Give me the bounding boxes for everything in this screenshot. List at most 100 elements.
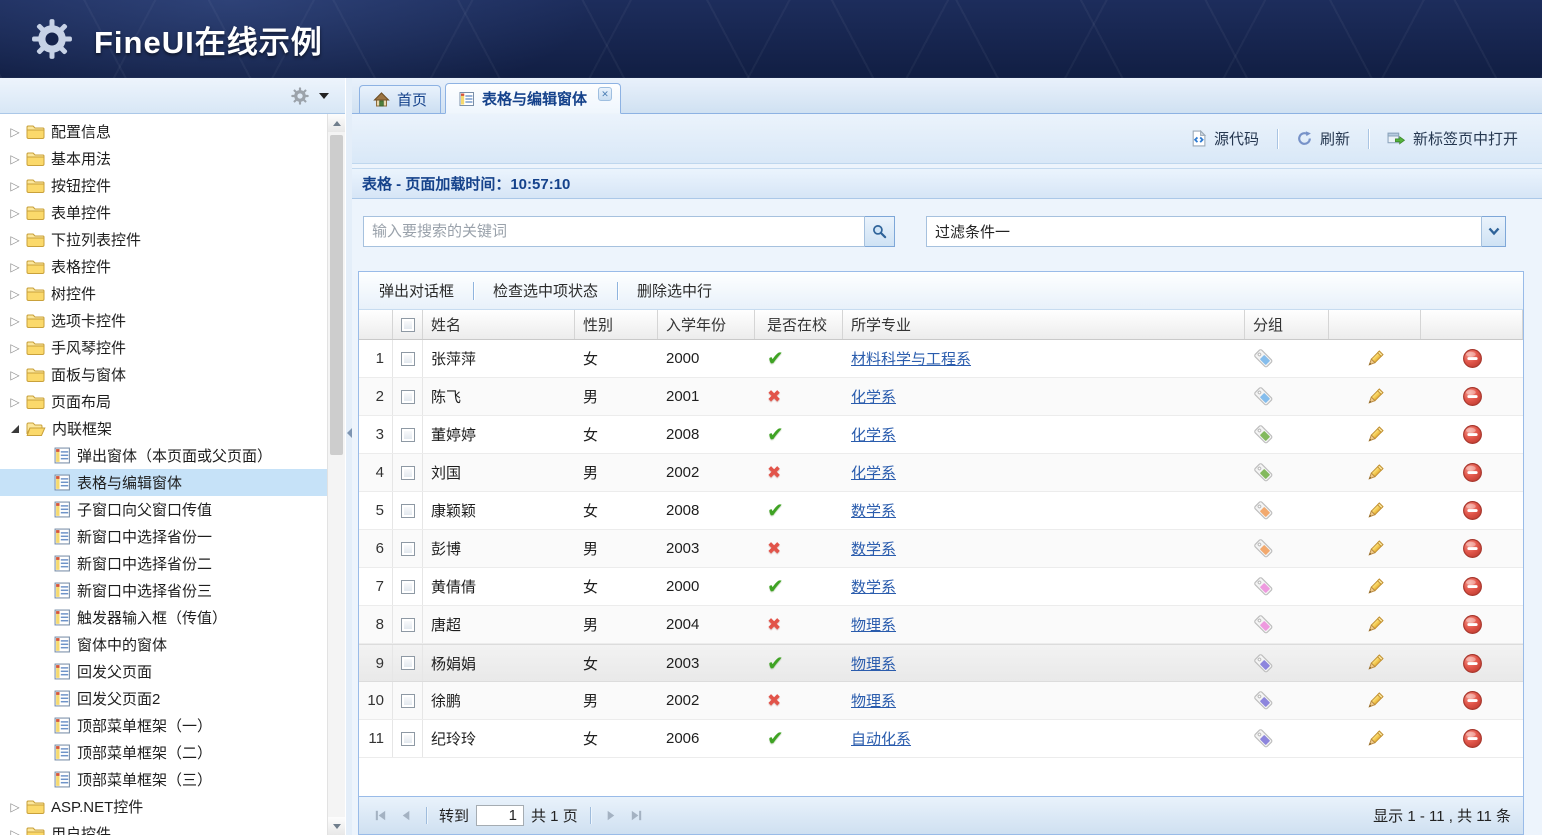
delete-row-icon[interactable]	[1462, 538, 1483, 559]
row-checkbox[interactable]	[401, 352, 415, 366]
source-code-button[interactable]: 源代码	[1176, 123, 1273, 154]
major-link[interactable]: 物理系	[851, 690, 896, 711]
header-group[interactable]: 分组	[1245, 310, 1329, 339]
sidebar-item[interactable]: 顶部菜单框架（三）	[0, 766, 327, 793]
sidebar-folder[interactable]: ▷ 下拉列表控件	[0, 226, 327, 253]
group-tag-icon[interactable]	[1253, 348, 1274, 369]
scrollbar-down-icon[interactable]	[328, 817, 345, 835]
group-tag-icon[interactable]	[1253, 424, 1274, 445]
delete-row-icon[interactable]	[1462, 653, 1483, 674]
last-page-button[interactable]	[626, 805, 648, 827]
page-number-input[interactable]	[476, 805, 524, 826]
row-checkbox[interactable]	[401, 466, 415, 480]
expander-expanded-icon[interactable]	[11, 425, 19, 433]
row-checkbox[interactable]	[401, 504, 415, 518]
table-row[interactable]: 6彭博男2003✖数学系	[359, 530, 1523, 568]
group-tag-icon[interactable]	[1253, 500, 1274, 521]
sidebar-folder[interactable]: ▷ 表单控件	[0, 199, 327, 226]
major-link[interactable]: 化学系	[851, 462, 896, 483]
delete-row-icon[interactable]	[1462, 424, 1483, 445]
row-checkbox[interactable]	[401, 580, 415, 594]
delete-row-icon[interactable]	[1462, 728, 1483, 749]
prev-page-button[interactable]	[395, 805, 417, 827]
row-checkbox[interactable]	[401, 732, 415, 746]
delete-row-icon[interactable]	[1462, 614, 1483, 635]
major-link[interactable]: 材料科学与工程系	[851, 348, 971, 369]
sidebar-folder[interactable]: ▷ 用户控件	[0, 820, 327, 835]
row-checkbox[interactable]	[401, 390, 415, 404]
table-row[interactable]: 7黄倩倩女2000✔数学系	[359, 568, 1523, 606]
tab-close-icon[interactable]: ✕	[598, 87, 612, 101]
next-page-button[interactable]	[600, 805, 622, 827]
edit-pencil-icon[interactable]	[1365, 615, 1385, 635]
sidebar-item[interactable]: 顶部菜单框架（一）	[0, 712, 327, 739]
table-row[interactable]: 10徐鹏男2002✖物理系	[359, 682, 1523, 720]
sidebar-splitter[interactable]	[345, 78, 352, 835]
refresh-button[interactable]: 刷新	[1282, 123, 1364, 154]
sidebar-item[interactable]: 顶部菜单框架（二）	[0, 739, 327, 766]
group-tag-icon[interactable]	[1253, 576, 1274, 597]
expander-collapsed-icon[interactable]: ▷	[6, 368, 24, 382]
major-link[interactable]: 物理系	[851, 653, 896, 674]
row-checkbox[interactable]	[401, 694, 415, 708]
sidebar-folder[interactable]: ▷ 配置信息	[0, 118, 327, 145]
header-enrolled[interactable]: 是否在校	[755, 310, 843, 339]
delete-selected-button[interactable]: 删除选中行	[621, 275, 728, 306]
settings-caret-icon[interactable]	[319, 93, 329, 99]
table-row[interactable]: 11纪玲玲女2006✔自动化系	[359, 720, 1523, 758]
sidebar-folder[interactable]: ▷ 表格控件	[0, 253, 327, 280]
table-row[interactable]: 2陈飞男2001✖化学系	[359, 378, 1523, 416]
delete-row-icon[interactable]	[1462, 690, 1483, 711]
edit-pencil-icon[interactable]	[1365, 539, 1385, 559]
sidebar-item[interactable]: 新窗口中选择省份一	[0, 523, 327, 550]
select-all-checkbox[interactable]	[401, 318, 415, 332]
popup-dialog-button[interactable]: 弹出对话框	[363, 275, 470, 306]
edit-pencil-icon[interactable]	[1365, 349, 1385, 369]
group-tag-icon[interactable]	[1253, 690, 1274, 711]
sidebar-folder[interactable]: ▷ 基本用法	[0, 145, 327, 172]
header-gender[interactable]: 性别	[575, 310, 658, 339]
edit-pencil-icon[interactable]	[1365, 463, 1385, 483]
expander-collapsed-icon[interactable]: ▷	[6, 341, 24, 355]
header-name[interactable]: 姓名	[423, 310, 575, 339]
splitter-collapse-icon[interactable]	[347, 428, 352, 438]
sidebar-item[interactable]: 触发器输入框（传值）	[0, 604, 327, 631]
sidebar-item[interactable]: 回发父页面2	[0, 685, 327, 712]
table-row[interactable]: 8唐超男2004✖物理系	[359, 606, 1523, 644]
sidebar-item[interactable]: 弹出窗体（本页面或父页面）	[0, 442, 327, 469]
sidebar-folder[interactable]: ▷ 树控件	[0, 280, 327, 307]
sidebar-item[interactable]: 窗体中的窗体	[0, 631, 327, 658]
sidebar-folder[interactable]: ▷ ASP.NET控件	[0, 793, 327, 820]
sidebar-scrollbar[interactable]	[327, 114, 345, 835]
scrollbar-thumb[interactable]	[330, 135, 343, 455]
edit-pencil-icon[interactable]	[1365, 425, 1385, 445]
expander-collapsed-icon[interactable]: ▷	[6, 233, 24, 247]
sidebar-folder[interactable]: ▷ 手风琴控件	[0, 334, 327, 361]
header-major[interactable]: 所学专业	[843, 310, 1245, 339]
major-link[interactable]: 物理系	[851, 614, 896, 635]
row-checkbox[interactable]	[401, 428, 415, 442]
tab-home[interactable]: 首页	[359, 85, 441, 113]
check-selected-button[interactable]: 检查选中项状态	[477, 275, 614, 306]
settings-gear-icon[interactable]	[290, 86, 310, 106]
delete-row-icon[interactable]	[1462, 462, 1483, 483]
expander-collapsed-icon[interactable]: ▷	[6, 287, 24, 301]
expander-collapsed-icon[interactable]: ▷	[6, 314, 24, 328]
major-link[interactable]: 自动化系	[851, 728, 911, 749]
search-input[interactable]	[363, 216, 865, 247]
major-link[interactable]: 化学系	[851, 424, 896, 445]
edit-pencil-icon[interactable]	[1365, 653, 1385, 673]
first-page-button[interactable]	[369, 805, 391, 827]
header-year[interactable]: 入学年份	[658, 310, 755, 339]
expander-collapsed-icon[interactable]: ▷	[6, 260, 24, 274]
group-tag-icon[interactable]	[1253, 653, 1274, 674]
expander-collapsed-icon[interactable]: ▷	[6, 800, 24, 814]
scrollbar-up-icon[interactable]	[328, 114, 345, 132]
expander-collapsed-icon[interactable]: ▷	[6, 179, 24, 193]
filter-dropdown-button[interactable]	[1482, 216, 1506, 247]
expander-collapsed-icon[interactable]: ▷	[6, 125, 24, 139]
sidebar-folder[interactable]: ▷ 页面布局	[0, 388, 327, 415]
group-tag-icon[interactable]	[1253, 728, 1274, 749]
delete-row-icon[interactable]	[1462, 348, 1483, 369]
sidebar-item[interactable]: 表格与编辑窗体	[0, 469, 327, 496]
